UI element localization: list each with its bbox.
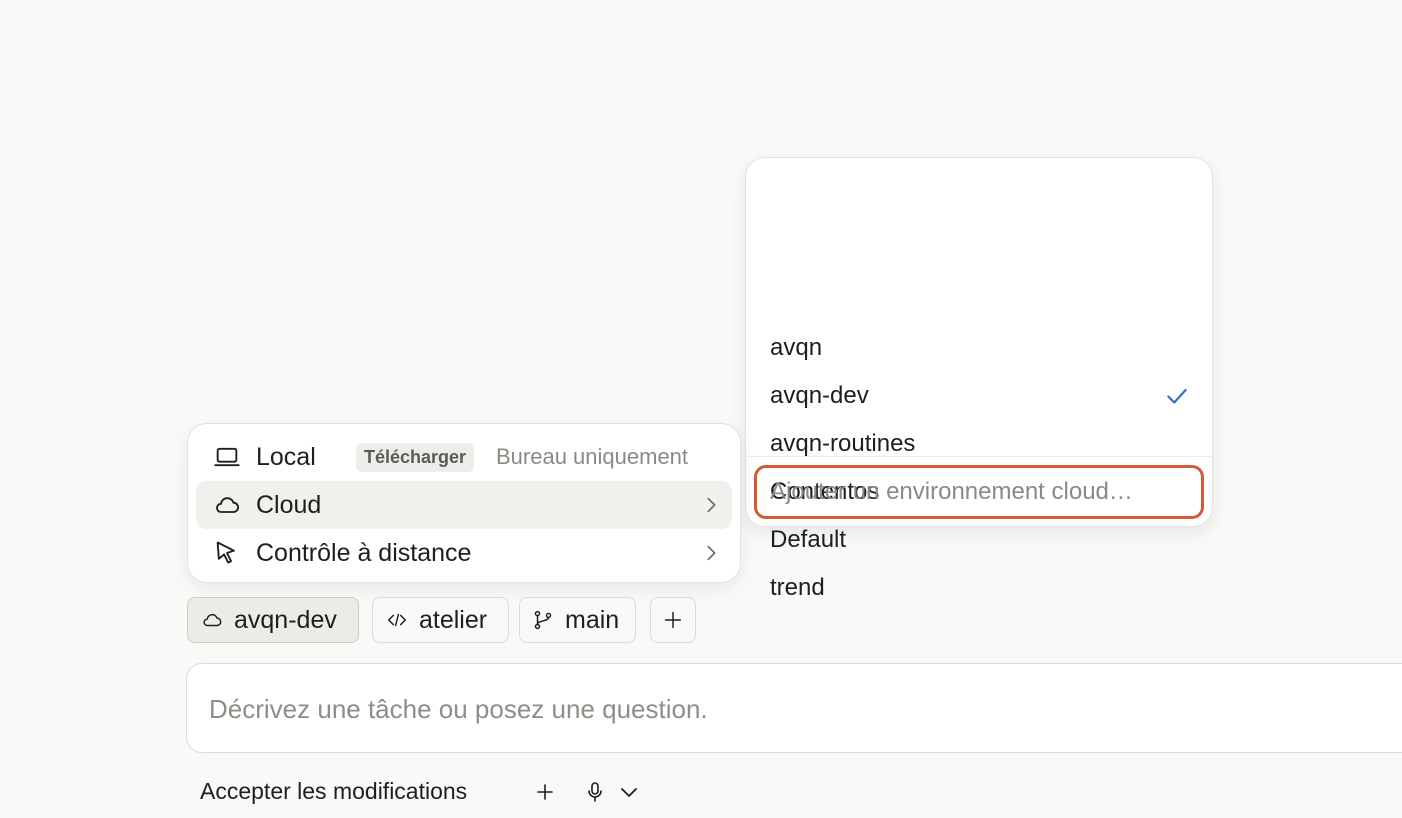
plus-icon[interactable] [533, 780, 557, 804]
environment-item-label: Default [770, 526, 847, 553]
branch-chip[interactable]: main [519, 597, 636, 643]
accept-changes-toggle[interactable]: Accepter les modifications [200, 778, 467, 805]
location-item-local[interactable]: Local Télécharger Bureau uniquement [196, 433, 732, 481]
environment-item-label: avqn-dev [770, 382, 869, 409]
chevron-down-icon[interactable] [617, 780, 641, 804]
app-root: avqn avqn-dev avqn-routines Contentos De… [0, 0, 1402, 818]
location-menu: Local Télécharger Bureau uniquement Clou… [187, 423, 741, 583]
environment-item-trend[interactable]: trend [746, 564, 1212, 612]
chevron-right-icon [707, 545, 716, 561]
repository-chip[interactable]: atelier [372, 597, 509, 643]
environment-item-avqn-routines[interactable]: avqn-routines [746, 420, 1212, 468]
cursor-icon [216, 541, 235, 564]
cloud-icon [203, 613, 222, 627]
environment-item-avqn-dev[interactable]: avqn-dev [746, 372, 1212, 420]
environment-menu: avqn avqn-dev avqn-routines Contentos De… [745, 157, 1213, 601]
chevron-right-icon [707, 497, 716, 513]
environment-chip-label: avqn-dev [234, 605, 337, 634]
location-item-remote-control[interactable]: Contrôle à distance [196, 529, 732, 577]
location-item-label: Cloud [256, 490, 322, 519]
branch-chip-label: main [565, 605, 620, 634]
desktop-only-note: Bureau uniquement [496, 444, 689, 469]
menu-divider [746, 456, 1212, 457]
environment-item-label: trend [770, 574, 825, 601]
location-item-label: Local [256, 442, 316, 471]
download-badge[interactable]: Télécharger [356, 442, 475, 472]
environment-item-default[interactable]: Default [746, 516, 1212, 564]
add-context-button[interactable] [650, 597, 696, 643]
add-cloud-environment-button[interactable]: Ajouter un environnement cloud… [754, 465, 1204, 519]
environment-chip[interactable]: avqn-dev [187, 597, 359, 643]
microphone-icon[interactable] [583, 780, 607, 804]
check-icon [1167, 388, 1187, 404]
prompt-box [186, 663, 1402, 753]
add-cloud-environment-label: Ajouter un environnement cloud… [770, 478, 1133, 505]
repository-chip-label: atelier [419, 605, 488, 634]
location-item-cloud[interactable]: Cloud [196, 481, 732, 529]
prompt-input[interactable] [207, 688, 1361, 730]
branch-icon [534, 610, 552, 630]
cloud-icon [216, 497, 239, 513]
laptop-icon [214, 447, 240, 467]
environment-item-avqn[interactable]: avqn [746, 324, 1212, 372]
plus-icon [664, 611, 682, 629]
code-icon [388, 613, 406, 627]
environment-item-label: avqn [770, 334, 823, 361]
location-item-label: Contrôle à distance [256, 538, 472, 567]
environment-item-label: avqn-routines [770, 430, 916, 457]
